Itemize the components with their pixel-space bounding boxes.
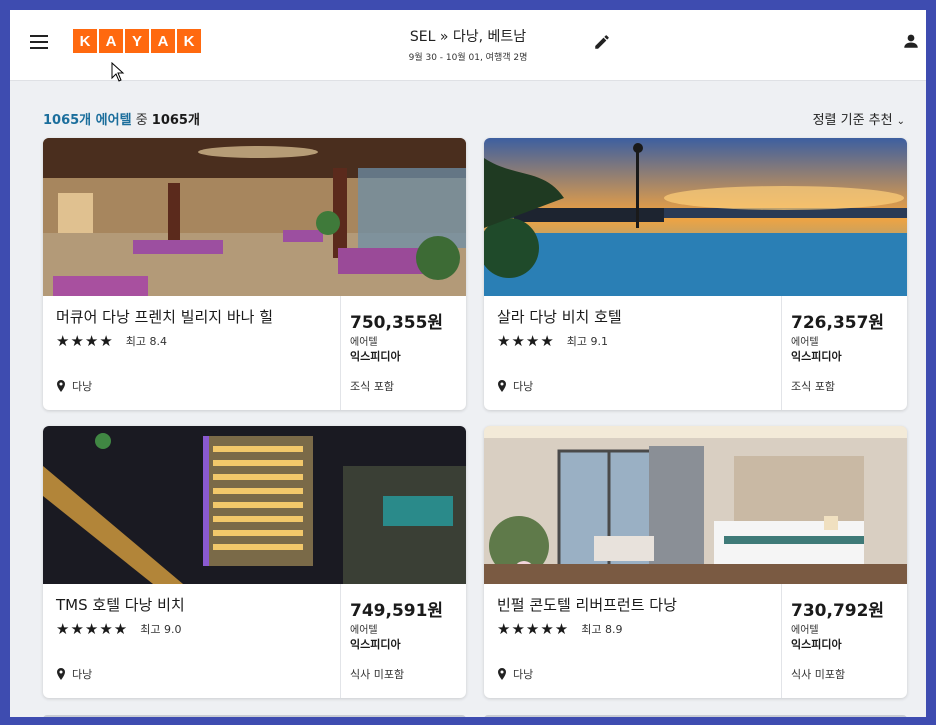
hotel-location: 다낭: [56, 666, 92, 682]
price: 749,591원: [350, 601, 444, 621]
search-summary[interactable]: SEL » 다낭, 베트남 9월 30 - 10월 01, 여행객 2명: [10, 26, 926, 63]
meal-info: 식사 미포함: [350, 668, 405, 681]
package-type: 에어텔: [791, 625, 819, 636]
app-frame: K A Y A K SEL » 다낭, 베트남 9월 30 - 10월 01, …: [10, 10, 926, 717]
review-score: 최고 9.0: [140, 623, 182, 636]
hotel-card[interactable]: TMS 호텔 다낭 비치 ★★★★★ 최고 9.0 다낭 749,591원 에어…: [43, 426, 466, 698]
hotel-price-panel[interactable]: 749,591원 에어텔 익스피디아 식사 미포함: [341, 584, 466, 698]
results-count-total: 1065개: [151, 113, 200, 128]
sort-label: 정렬 기준 추천: [812, 113, 893, 128]
hotel-card[interactable]: 빈펄 콘도텔 리버프런트 다낭 ★★★★★ 최고 8.9 다낭 730,792원…: [484, 426, 907, 698]
location-pin-icon: [498, 668, 506, 680]
location-label: 다낭: [72, 668, 93, 681]
package-type: 에어텔: [791, 337, 819, 348]
hotel-rating: ★★★★★ 최고 9.0: [56, 620, 181, 638]
hotel-location: 다낭: [497, 378, 533, 394]
meal-info: 식사 미포함: [791, 668, 846, 681]
review-score: 최고 8.4: [125, 335, 168, 348]
hotel-photo[interactable]: [43, 138, 466, 296]
provider: 익스피디아: [791, 350, 842, 363]
chevron-down-icon: ⌄: [896, 116, 905, 127]
price: 750,355원: [350, 313, 444, 333]
next-hotel-card-edge[interactable]: [43, 715, 466, 717]
meal-info: 조식 포함: [791, 380, 835, 393]
hotel-price-panel[interactable]: 726,357원 에어텔 익스피디아 조식 포함: [782, 296, 907, 410]
search-route: SEL » 다낭, 베트남: [409, 29, 527, 45]
location-pin-icon: [57, 668, 65, 680]
hotel-name[interactable]: 살라 다낭 비치 호텔: [497, 306, 622, 327]
next-hotel-card-edge[interactable]: [484, 715, 907, 717]
results-count: 1065개 에어텔 중 1065개: [43, 109, 200, 128]
hotel-photo[interactable]: [43, 426, 466, 584]
hotel-name[interactable]: TMS 호텔 다낭 비치: [56, 594, 185, 615]
location-pin-icon: [57, 380, 65, 392]
provider: 익스피디아: [350, 350, 401, 363]
star-rating: ★★★★★: [497, 620, 570, 638]
mouse-cursor-icon: [111, 62, 125, 82]
location-label: 다낭: [513, 380, 534, 393]
hotel-photo[interactable]: [484, 426, 907, 584]
star-rating: ★★★★: [56, 332, 114, 350]
hotel-card[interactable]: 살라 다낭 비치 호텔 ★★★★ 최고 9.1 다낭 726,357원 에어텔 …: [484, 138, 907, 410]
hotel-card[interactable]: 머큐어 다낭 프렌치 빌리지 바나 힐 ★★★★ 최고 8.4 다낭 750,3…: [43, 138, 466, 410]
results-count-shown: 1065개 에어텔: [43, 113, 132, 128]
hotel-rating: ★★★★ 최고 8.4: [56, 332, 167, 350]
review-score: 최고 9.1: [566, 335, 609, 348]
user-account-icon[interactable]: [902, 32, 920, 50]
price: 730,792원: [791, 601, 885, 621]
package-type: 에어텔: [350, 625, 378, 636]
hotel-info: 빈펄 콘도텔 리버프런트 다낭 ★★★★★ 최고 8.9 다낭: [484, 584, 782, 698]
provider: 익스피디아: [350, 638, 401, 651]
hotel-photo[interactable]: [484, 138, 907, 296]
hotel-location: 다낭: [56, 378, 92, 394]
hotel-info: TMS 호텔 다낭 비치 ★★★★★ 최고 9.0 다낭: [43, 584, 341, 698]
hotel-price-panel[interactable]: 750,355원 에어텔 익스피디아 조식 포함: [341, 296, 466, 410]
star-rating: ★★★★: [497, 332, 555, 350]
provider: 익스피디아: [791, 638, 842, 651]
hotel-rating: ★★★★★ 최고 8.9: [497, 620, 622, 638]
meal-info: 조식 포함: [350, 380, 394, 393]
package-type: 에어텔: [350, 337, 378, 348]
top-bar: K A Y A K SEL » 다낭, 베트남 9월 30 - 10월 01, …: [10, 10, 926, 82]
location-label: 다낭: [72, 380, 93, 393]
search-details: 9월 30 - 10월 01, 여행객 2명: [408, 53, 528, 63]
hotel-name[interactable]: 빈펄 콘도텔 리버프런트 다낭: [497, 594, 677, 615]
hotel-info: 머큐어 다낭 프렌치 빌리지 바나 힐 ★★★★ 최고 8.4 다낭: [43, 296, 341, 410]
price: 726,357원: [791, 313, 885, 333]
hotel-info: 살라 다낭 비치 호텔 ★★★★ 최고 9.1 다낭: [484, 296, 782, 410]
hotel-rating: ★★★★ 최고 9.1: [497, 332, 608, 350]
sort-dropdown[interactable]: 정렬 기준 추천 ⌄: [813, 109, 905, 128]
location-label: 다낭: [513, 668, 534, 681]
hotel-location: 다낭: [497, 666, 533, 682]
location-pin-icon: [498, 380, 506, 392]
edit-pencil-icon[interactable]: [593, 33, 611, 51]
hotel-price-panel[interactable]: 730,792원 에어텔 익스피디아 식사 미포함: [782, 584, 907, 698]
hotel-name[interactable]: 머큐어 다낭 프렌치 빌리지 바나 힐: [56, 306, 273, 327]
star-rating: ★★★★★: [56, 620, 129, 638]
results-count-connector: 중: [131, 113, 152, 128]
review-score: 최고 8.9: [581, 623, 623, 636]
